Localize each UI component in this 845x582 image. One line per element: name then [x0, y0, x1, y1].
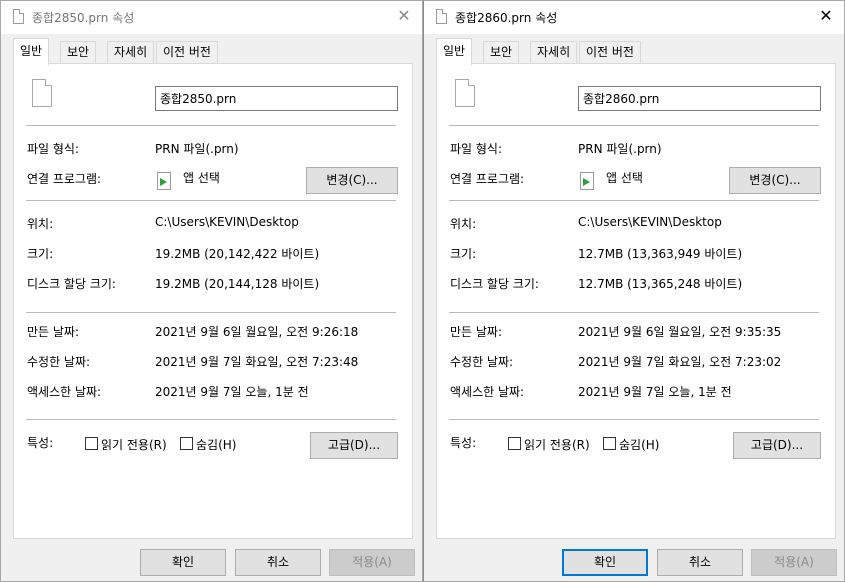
cancel-button[interactable]: 취소	[657, 549, 743, 576]
size-value: 12.7MB (13,363,949 바이트)	[578, 247, 743, 261]
size-on-disk-value: 19.2MB (20,144,128 바이트)	[155, 277, 320, 291]
location-value: C:\Users\KEVIN\Desktop	[155, 215, 299, 229]
hidden-label[interactable]: 숨김(H)	[196, 436, 236, 453]
created-value: 2021년 9월 6일 월요일, 오전 9:26:18	[155, 325, 359, 339]
general-panel: 파일 형식: PRN 파일(.prn) 연결 프로그램: 앱 선택 변경(C).…	[13, 63, 413, 539]
filename-input[interactable]	[155, 86, 398, 111]
created-label: 만든 날짜:	[27, 325, 80, 339]
size-on-disk-label: 디스크 할당 크기:	[450, 277, 539, 291]
location-label: 위치:	[450, 217, 477, 231]
divider	[449, 125, 819, 126]
file-type-label: 파일 형식:	[450, 142, 503, 156]
open-with-value: 앱 선택	[183, 171, 220, 185]
divider	[449, 312, 819, 313]
modified-label: 수정한 날짜:	[450, 355, 514, 369]
file-icon	[436, 9, 447, 24]
readonly-label[interactable]: 읽기 전용(R)	[524, 436, 590, 453]
tab-security[interactable]: 보안	[483, 41, 520, 63]
open-with-label: 연결 프로그램:	[450, 172, 525, 186]
window-title: 종합2850.prn 속성	[32, 11, 135, 25]
properties-dialog-left: 종합2850.prn 속성 ✕ 일반 보안 자세히 이전 버전 파일 형식: P…	[0, 0, 423, 582]
tab-previous-versions[interactable]: 이전 버전	[156, 41, 218, 63]
properties-dialog-right: 종합2860.prn 속성 ✕ 일반 보안 자세히 이전 버전 파일 형식: P…	[423, 0, 845, 582]
open-with-label: 연결 프로그램:	[27, 172, 102, 186]
accessed-value: 2021년 9월 7일 오늘, 1분 전	[155, 385, 309, 399]
app-select-icon	[580, 172, 594, 190]
tab-details[interactable]: 자세히	[107, 41, 155, 63]
divider	[26, 200, 396, 201]
accessed-value: 2021년 9월 7일 오늘, 1분 전	[578, 385, 732, 399]
attributes-label: 특성:	[450, 436, 477, 450]
arrow-icon	[583, 178, 590, 186]
change-button[interactable]: 변경(C)...	[306, 167, 398, 194]
app-select-icon	[157, 172, 171, 190]
accessed-label: 액세스한 날짜:	[27, 385, 102, 399]
readonly-label[interactable]: 읽기 전용(R)	[101, 436, 167, 453]
file-type-label: 파일 형식:	[27, 142, 80, 156]
location-value: C:\Users\KEVIN\Desktop	[578, 215, 722, 229]
apply-button[interactable]: 적용(A)	[329, 549, 415, 576]
size-label: 크기:	[27, 247, 54, 261]
title-bar[interactable]: 종합2850.prn 속성 ✕	[1, 1, 422, 34]
readonly-checkbox[interactable]	[85, 437, 98, 450]
divider	[449, 200, 819, 201]
advanced-button[interactable]: 고급(D)...	[310, 432, 398, 459]
close-icon[interactable]: ✕	[392, 5, 416, 29]
file-type-value: PRN 파일(.prn)	[578, 142, 662, 156]
divider	[26, 419, 396, 420]
readonly-checkbox[interactable]	[508, 437, 521, 450]
general-panel: 파일 형식: PRN 파일(.prn) 연결 프로그램: 앱 선택 변경(C).…	[436, 63, 836, 539]
size-on-disk-value: 12.7MB (13,365,248 바이트)	[578, 277, 743, 291]
file-icon	[455, 79, 475, 107]
divider	[449, 419, 819, 420]
tab-previous-versions[interactable]: 이전 버전	[579, 41, 641, 63]
advanced-button[interactable]: 고급(D)...	[733, 432, 821, 459]
tab-general[interactable]: 일반	[13, 38, 50, 65]
close-icon[interactable]: ✕	[814, 5, 838, 29]
filename-input[interactable]	[578, 86, 821, 111]
size-label: 크기:	[450, 247, 477, 261]
size-value: 19.2MB (20,142,422 바이트)	[155, 247, 320, 261]
modified-value: 2021년 9월 7일 화요일, 오전 7:23:02	[578, 355, 782, 369]
created-value: 2021년 9월 6일 월요일, 오전 9:35:35	[578, 325, 782, 339]
divider	[26, 125, 396, 126]
modified-value: 2021년 9월 7일 화요일, 오전 7:23:48	[155, 355, 359, 369]
hidden-label[interactable]: 숨김(H)	[619, 436, 659, 453]
tab-security[interactable]: 보안	[60, 41, 97, 63]
tab-details[interactable]: 자세히	[530, 41, 578, 63]
created-label: 만든 날짜:	[450, 325, 503, 339]
modified-label: 수정한 날짜:	[27, 355, 91, 369]
location-label: 위치:	[27, 217, 54, 231]
accessed-label: 액세스한 날짜:	[450, 385, 525, 399]
file-icon	[13, 9, 24, 24]
ok-button[interactable]: 확인	[562, 549, 648, 576]
cancel-button[interactable]: 취소	[235, 549, 321, 576]
window-title: 종합2860.prn 속성	[455, 11, 558, 25]
file-type-value: PRN 파일(.prn)	[155, 142, 239, 156]
apply-button[interactable]: 적용(A)	[751, 549, 837, 576]
open-with-value: 앱 선택	[606, 171, 643, 185]
arrow-icon	[160, 178, 167, 186]
title-bar[interactable]: 종합2860.prn 속성 ✕	[424, 1, 844, 34]
divider	[26, 312, 396, 313]
tab-general[interactable]: 일반	[436, 38, 473, 65]
attributes-label: 특성:	[27, 436, 54, 450]
size-on-disk-label: 디스크 할당 크기:	[27, 277, 116, 291]
change-button[interactable]: 변경(C)...	[729, 167, 821, 194]
hidden-checkbox[interactable]	[603, 437, 616, 450]
ok-button[interactable]: 확인	[140, 549, 226, 576]
file-icon	[32, 79, 52, 107]
hidden-checkbox[interactable]	[180, 437, 193, 450]
